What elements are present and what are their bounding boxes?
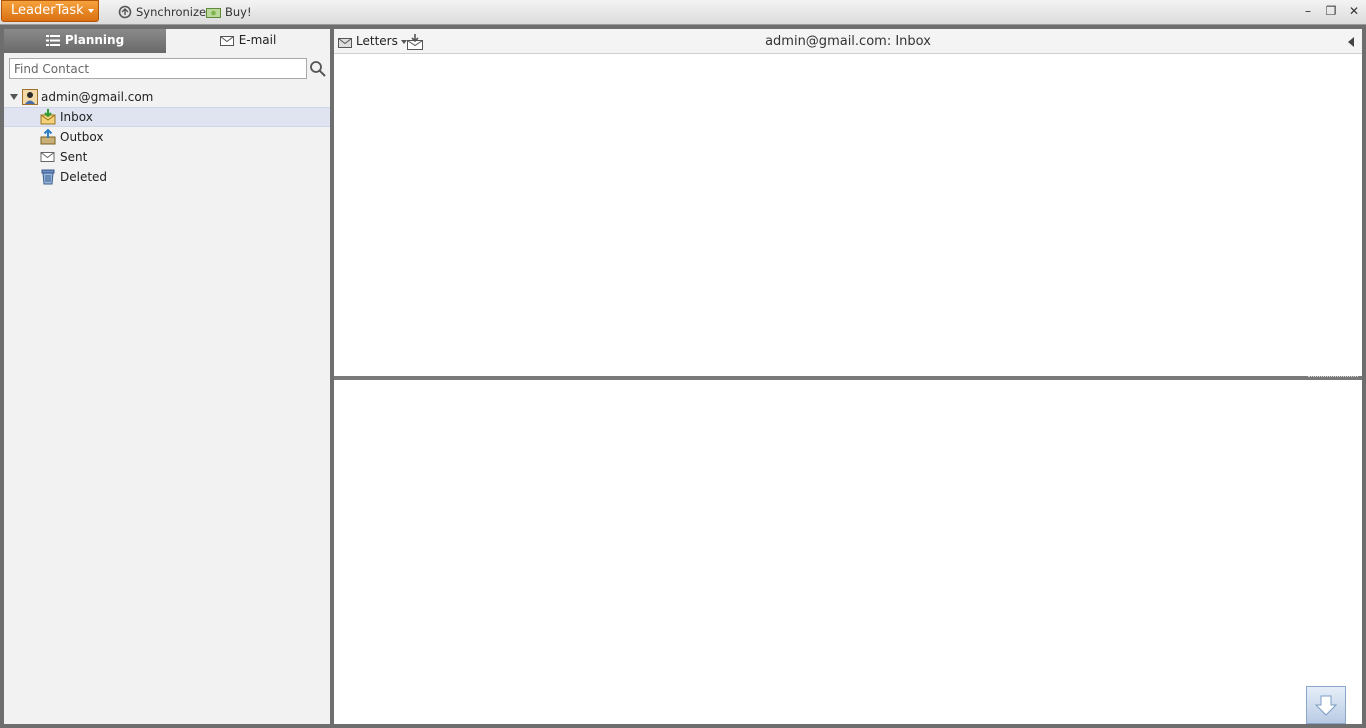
synchronize-label: Synchronize [136, 5, 207, 19]
chevron-down-icon [87, 8, 94, 13]
folder-sent[interactable]: Sent [4, 147, 330, 167]
sidebar: Planning E-mail admin@gmail.com Inbox Ou… [4, 29, 330, 724]
minimize-icon: – [1305, 4, 1311, 18]
outbox-icon [40, 129, 56, 145]
account-node[interactable]: admin@gmail.com [4, 87, 330, 107]
collapse-arrow-icon[interactable] [1348, 37, 1354, 47]
account-label: admin@gmail.com [41, 90, 154, 104]
account-icon [22, 89, 38, 105]
app-menu-button[interactable]: LeaderTask [1, 0, 99, 22]
letters-envelope-icon [338, 38, 352, 48]
letters-button[interactable]: Letters [338, 33, 407, 50]
mail-folder-tree: admin@gmail.com Inbox Outbox Sent Delete… [4, 87, 330, 187]
splitter-grip[interactable] [1308, 376, 1358, 379]
tab-email[interactable]: E-mail [166, 29, 330, 53]
restore-button[interactable]: ❐ [1322, 3, 1340, 19]
receive-mail-icon[interactable] [406, 33, 424, 51]
expand-triangle-icon[interactable] [10, 94, 18, 100]
folder-inbox[interactable]: Inbox [4, 107, 330, 127]
tab-planning-label: Planning [64, 33, 125, 47]
envelope-icon [219, 36, 234, 46]
restore-icon: ❐ [1325, 4, 1337, 18]
close-icon: ✕ [1348, 4, 1360, 18]
inbox-icon [40, 109, 56, 125]
folder-label: Deleted [60, 170, 108, 184]
buy-button[interactable]: Buy! [206, 4, 252, 21]
message-list-pane[interactable]: Letters admin@gmail.com: Inbox [334, 29, 1362, 376]
folder-label: Outbox [60, 130, 104, 144]
title-bar: LeaderTask Synchronize Buy! – ❐ ✕ [0, 0, 1366, 25]
letters-label: Letters [356, 34, 398, 48]
search-icon[interactable] [309, 60, 327, 78]
mail-toolbar: Letters admin@gmail.com: Inbox [334, 29, 1362, 54]
message-preview-pane [334, 380, 1362, 724]
deleted-icon [41, 169, 55, 185]
find-contact-input[interactable] [9, 58, 307, 79]
synchronize-button[interactable]: Synchronize [118, 4, 206, 21]
planning-list-icon [45, 35, 60, 46]
tab-planning[interactable]: Planning [4, 29, 166, 53]
tab-email-label: E-mail [238, 33, 277, 47]
scroll-down-button[interactable] [1306, 686, 1346, 724]
folder-label: Sent [60, 150, 88, 164]
sent-icon [40, 152, 55, 162]
folder-title: admin@gmail.com: Inbox [765, 34, 931, 49]
down-arrow-icon [1314, 695, 1338, 716]
folder-outbox[interactable]: Outbox [4, 127, 330, 147]
folder-label: Inbox [60, 110, 93, 124]
minimize-button[interactable]: – [1299, 3, 1317, 19]
buy-label: Buy! [225, 5, 252, 19]
close-button[interactable]: ✕ [1345, 3, 1363, 19]
sync-icon [118, 5, 132, 19]
folder-deleted[interactable]: Deleted [4, 167, 330, 187]
money-icon [206, 8, 221, 18]
app-name: LeaderTask [11, 3, 84, 18]
sidebar-tabs: Planning E-mail [4, 29, 330, 53]
